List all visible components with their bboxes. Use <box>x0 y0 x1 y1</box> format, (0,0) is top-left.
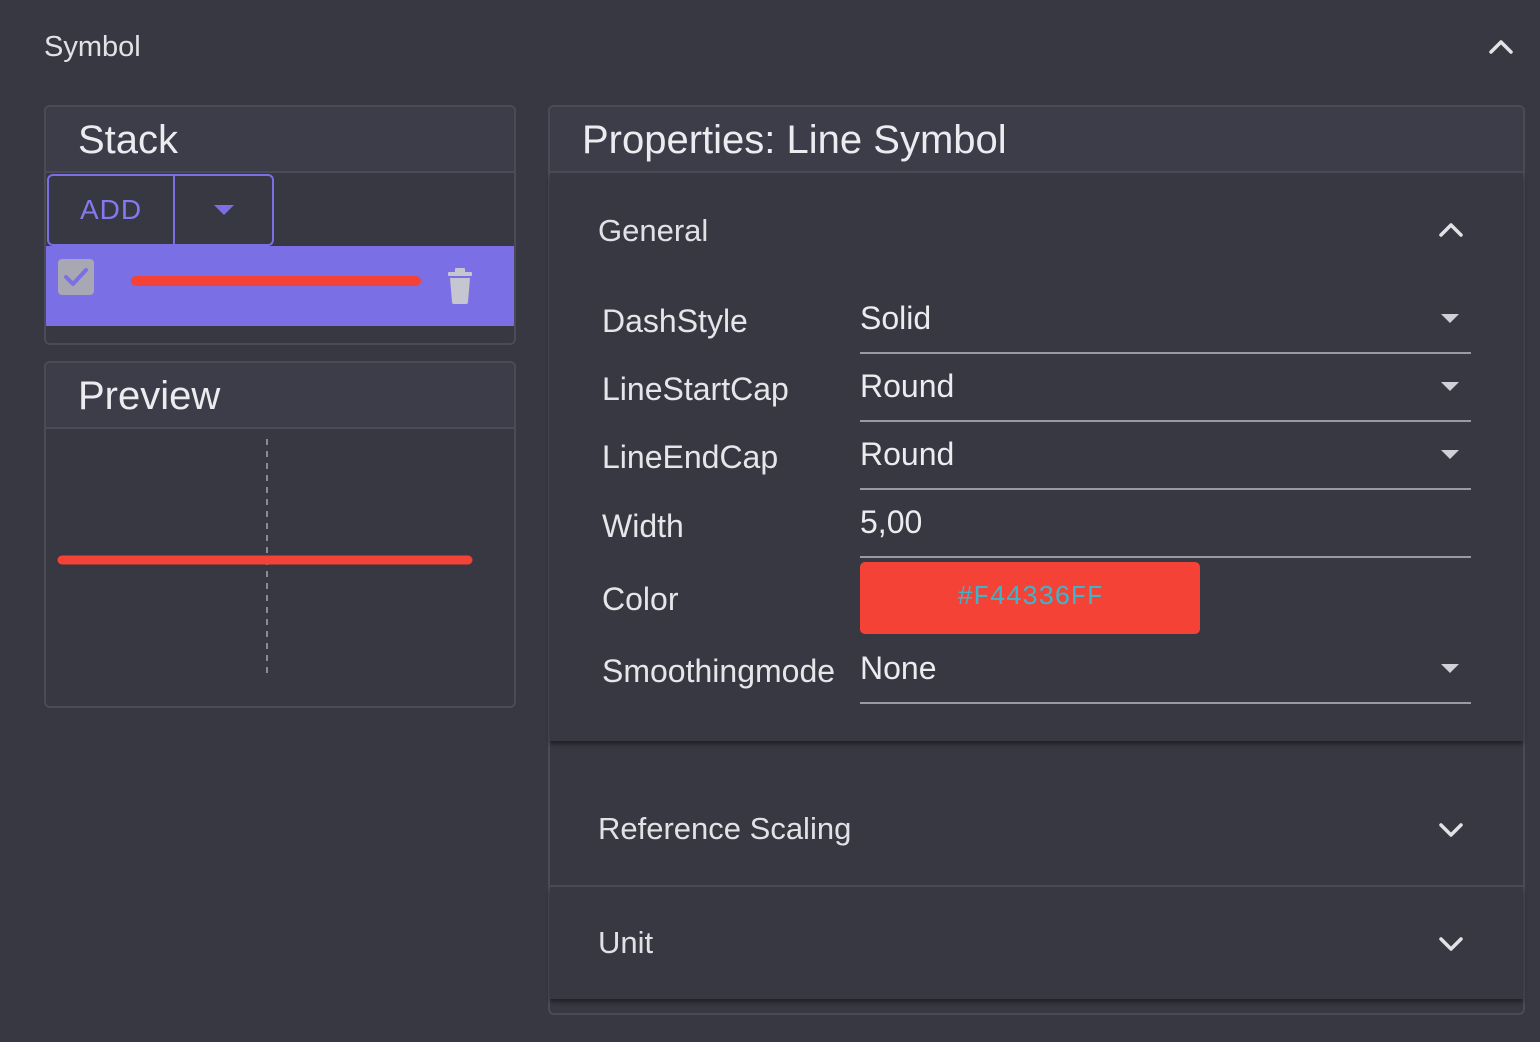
general-accordion-title[interactable]: General <box>598 213 708 249</box>
add-button[interactable]: ADD <box>49 176 175 244</box>
layer-line-swatch <box>131 276 421 286</box>
preview-panel: Preview <box>44 361 516 708</box>
symbol-editor: Symbol Stack ADD Preview Properties: Lin… <box>0 0 1540 1042</box>
symbol-section-header[interactable]: Symbol <box>0 0 1540 96</box>
dashstyle-select[interactable]: Solid <box>860 286 1471 354</box>
width-label: Width <box>602 508 684 544</box>
add-split-button: ADD <box>47 174 274 246</box>
width-value: 5,00 <box>860 504 923 540</box>
properties-panel-header: Properties: Line Symbol <box>550 107 1523 173</box>
reference-scaling-title[interactable]: Reference Scaling <box>598 811 851 847</box>
stack-panel-header: Stack <box>46 107 514 173</box>
chevron-up-icon[interactable] <box>1434 213 1468 247</box>
smoothingmode-value: None <box>860 650 937 686</box>
color-picker-button[interactable]: #F44336FF <box>860 562 1200 634</box>
caret-down-icon <box>1441 450 1459 459</box>
preview-title: Preview <box>78 374 221 418</box>
section-title: Symbol <box>44 31 141 63</box>
general-accordion: General DashStyle Solid LineStartCap Rou… <box>550 173 1523 741</box>
dashstyle-label: DashStyle <box>602 303 748 339</box>
dashstyle-value: Solid <box>860 300 932 336</box>
chevron-down-icon[interactable] <box>1434 927 1468 961</box>
stack-layer-row[interactable] <box>46 246 514 326</box>
caret-down-icon <box>1441 314 1459 323</box>
lineendcap-select[interactable]: Round <box>860 422 1471 490</box>
add-dropdown-button[interactable] <box>175 176 272 244</box>
linestartcap-label: LineStartCap <box>602 371 789 407</box>
chevron-down-icon[interactable] <box>1434 813 1468 847</box>
caret-down-icon <box>213 205 234 215</box>
caret-down-icon <box>1441 664 1459 673</box>
unit-accordion[interactable]: Unit <box>550 887 1523 999</box>
smoothingmode-label: Smoothingmode <box>602 653 836 689</box>
reference-scaling-accordion[interactable]: Reference Scaling <box>550 775 1523 887</box>
width-input[interactable]: 5,00 <box>860 490 1471 558</box>
lineendcap-value: Round <box>860 436 955 472</box>
properties-title: Properties: Line Symbol <box>582 118 1007 162</box>
layer-visibility-checkbox[interactable] <box>58 259 94 295</box>
linestartcap-value: Round <box>860 368 955 404</box>
check-icon <box>64 268 88 286</box>
chevron-up-icon[interactable] <box>1484 30 1518 64</box>
smoothingmode-select[interactable]: None <box>860 636 1471 704</box>
color-label: Color <box>602 581 679 617</box>
unit-title[interactable]: Unit <box>598 925 653 961</box>
properties-panel: Properties: Line Symbol General DashStyl… <box>548 105 1525 1015</box>
preview-panel-header: Preview <box>46 363 514 429</box>
color-value: #F44336FF <box>957 583 1103 613</box>
linestartcap-select[interactable]: Round <box>860 354 1471 422</box>
caret-down-icon <box>1441 382 1459 391</box>
stack-title: Stack <box>78 118 179 162</box>
trash-icon[interactable] <box>444 268 476 304</box>
lineendcap-label: LineEndCap <box>602 439 779 475</box>
preview-canvas <box>57 439 473 674</box>
stack-panel: Stack ADD <box>44 105 516 345</box>
